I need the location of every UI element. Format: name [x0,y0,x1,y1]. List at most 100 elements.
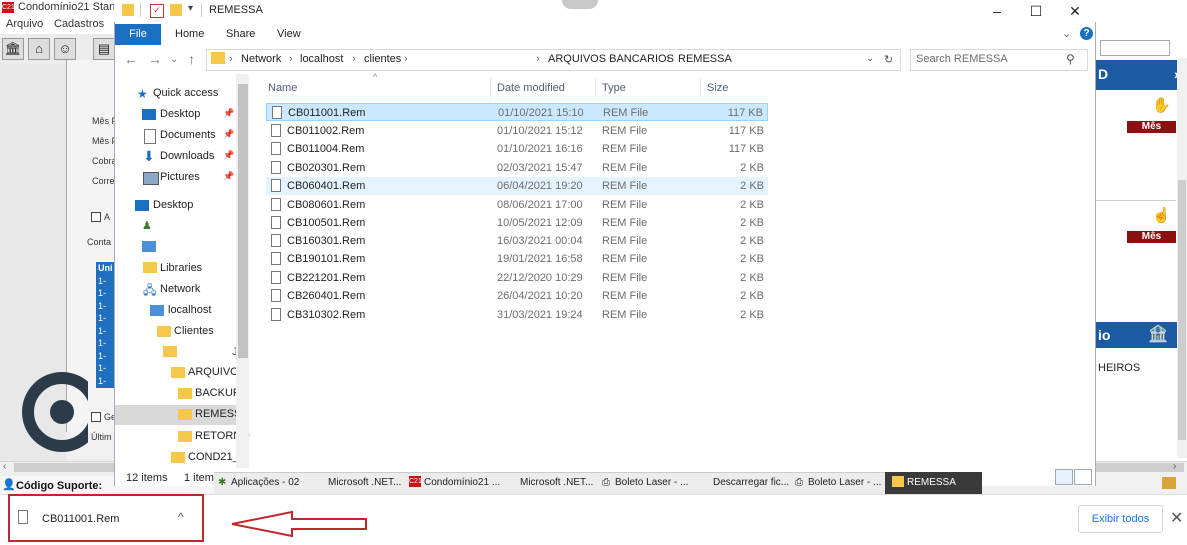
file-row[interactable]: CB060401.Rem 06/04/2021 19:20 REM File 2… [266,177,768,195]
breadcrumb-network[interactable]: Network [241,53,281,65]
breadcrumb-arquivos-bancarios[interactable]: ARQUIVOS BANCARIOS [548,53,674,65]
taskbar-item-condominio[interactable]: Condomínio21 ... [424,477,500,488]
large-icons-view-icon[interactable] [1074,469,1092,485]
address-dropdown-icon[interactable]: ⌄ [866,53,874,64]
up-icon[interactable]: ↑ [188,51,195,67]
column-type[interactable]: Type [602,82,626,94]
scroll-left-icon[interactable]: ‹ [3,461,6,472]
nav-scrollbar-thumb[interactable] [238,84,248,358]
properties-icon[interactable]: ✓ [150,4,164,18]
chevron-up-icon[interactable]: ^ [178,510,184,524]
file-row[interactable]: CB190101.Rem 19/01/2021 16:58 REM File 2… [266,250,768,268]
file-row[interactable]: CB080601.Rem 08/06/2021 17:00 REM File 2… [266,196,768,214]
pin-icon[interactable]: 📌 [223,150,234,161]
scroll-right-icon[interactable]: › [1173,461,1176,472]
file-row[interactable]: CB221201.Rem 22/12/2020 10:29 REM File 2… [266,269,768,287]
pin-icon[interactable]: 📌 [223,171,234,182]
forward-icon[interactable]: → [148,51,162,67]
column-divider[interactable] [700,78,701,98]
snap-handle[interactable] [562,0,598,9]
pin-icon[interactable]: 📌 [223,108,234,119]
breadcrumb-separator-icon[interactable]: › [289,53,293,65]
back-icon[interactable]: ← [124,51,138,67]
taskbar-item-boleto-1[interactable]: Boleto Laser - ... [615,477,688,488]
nav-backup[interactable]: BACKUP [195,387,240,399]
breadcrumb-separator-icon[interactable]: › [229,53,233,65]
new-folder-icon[interactable] [170,4,182,16]
pin-icon[interactable]: 📌 [223,129,234,140]
month-badge[interactable]: Mês [1127,231,1176,243]
background-search-input[interactable] [1100,40,1170,56]
month-badge[interactable]: Mês [1127,121,1176,133]
minimize-button[interactable]: – [980,2,1014,20]
expand-ribbon-icon[interactable]: ⌄ [1062,27,1071,40]
user-folder-icon[interactable]: ♟ [142,219,152,232]
users-icon[interactable]: ☺ [54,38,76,60]
nav-desktop-pinned[interactable]: Desktop [160,108,200,120]
maximize-button[interactable]: ☐ [1019,2,1053,20]
file-row[interactable]: CB260401.Rem 26/04/2021 10:20 REM File 2… [266,287,768,305]
folder-icon[interactable] [163,346,177,357]
file-row[interactable]: CB100501.Rem 10/05/2021 12:09 REM File 2… [266,214,768,232]
file-row[interactable]: CB011002.Rem 01/10/2021 15:12 REM File 1… [266,122,768,140]
nav-libraries[interactable]: Libraries [160,262,202,274]
home-icon[interactable]: ⌂ [28,38,50,60]
search-icon[interactable]: ⚲ [1066,52,1075,66]
details-view-icon[interactable] [1055,469,1073,485]
nav-desktop[interactable]: Desktop [153,199,193,211]
column-size[interactable]: Size [707,82,728,94]
close-icon[interactable]: ✕ [1170,508,1183,528]
nav-clientes[interactable]: Clientes [174,325,214,337]
breadcrumb-clientes[interactable]: clientes [364,53,401,65]
tab-home[interactable]: Home [175,28,204,40]
column-date-modified[interactable]: Date modified [497,82,565,94]
nav-network[interactable]: Network [160,283,200,295]
nav-quick-access[interactable]: Quick access [153,87,218,99]
tray-icon[interactable] [1162,477,1176,489]
file-row[interactable]: CB011004.Rem 01/10/2021 16:16 REM File 1… [266,140,768,158]
bank-icon[interactable]: 🏦 [1148,324,1168,344]
tab-view[interactable]: View [277,28,301,40]
breadcrumb-remessa[interactable]: REMESSA [678,53,732,65]
taskbar-item-descarregar[interactable]: Descarregar fic... [713,477,789,488]
taskbar-item-aplicacoes[interactable]: Aplicações - 02 [231,477,299,488]
taskbar-item-dotnet-1[interactable]: Microsoft .NET... [328,477,401,488]
file-row[interactable]: CB011001.Rem 01/10/2021 15:10 REM File 1… [266,103,768,121]
nav-downloads[interactable]: Downloads [160,150,214,162]
breadcrumb-separator-icon[interactable]: › [536,53,540,65]
taskbar-item-boleto-2[interactable]: Boleto Laser - ... [808,477,881,488]
recent-locations-icon[interactable]: ⌄ [170,54,178,65]
menu-cadastros[interactable]: Cadastros [54,18,104,30]
breadcrumb-localhost[interactable]: localhost [300,53,343,65]
help-icon[interactable]: ? [1080,27,1093,40]
touch-icon[interactable]: ☝ [1152,206,1171,224]
close-button[interactable]: ✕ [1058,2,1092,20]
column-divider[interactable] [595,78,596,98]
column-divider[interactable] [490,78,491,98]
bg-checkbox[interactable] [91,212,101,222]
breadcrumb-separator-icon[interactable]: › [404,53,408,65]
bg-checkbox[interactable] [91,412,101,422]
report-icon[interactable]: ▤ [93,38,115,60]
taskbar-item-remessa[interactable]: REMESSA [907,477,956,488]
breadcrumb-separator-icon[interactable]: › [352,53,356,65]
this-pc-icon[interactable] [142,241,156,252]
taskbar-item-dotnet-2[interactable]: Microsoft .NET... [520,477,593,488]
menu-arquivo[interactable]: Arquivo [6,18,43,30]
nav-localhost[interactable]: localhost [168,304,211,316]
money-hand-icon[interactable]: ✋ [1152,96,1171,114]
tab-file[interactable]: File [115,24,161,45]
nav-documents[interactable]: Documents [160,129,216,141]
show-all-button[interactable]: Exibir todos [1078,505,1163,533]
column-name[interactable]: Name [268,82,297,94]
right-scrollbar-thumb[interactable] [1178,180,1186,440]
refresh-icon[interactable]: ↻ [884,53,893,66]
building-icon[interactable]: 🏛 [2,38,24,60]
breadcrumb-separator-icon[interactable]: › [666,53,670,65]
file-row[interactable]: CB310302.Rem 31/03/2021 19:24 REM File 2… [266,306,768,324]
file-row[interactable]: CB020301.Rem 02/03/2021 15:47 REM File 2… [266,159,768,177]
tab-share[interactable]: Share [226,28,255,40]
nav-pictures[interactable]: Pictures [160,171,200,183]
customize-toolbar-icon[interactable]: ▾ [188,3,193,14]
file-row[interactable]: CB160301.Rem 16/03/2021 00:04 REM File 2… [266,232,768,250]
